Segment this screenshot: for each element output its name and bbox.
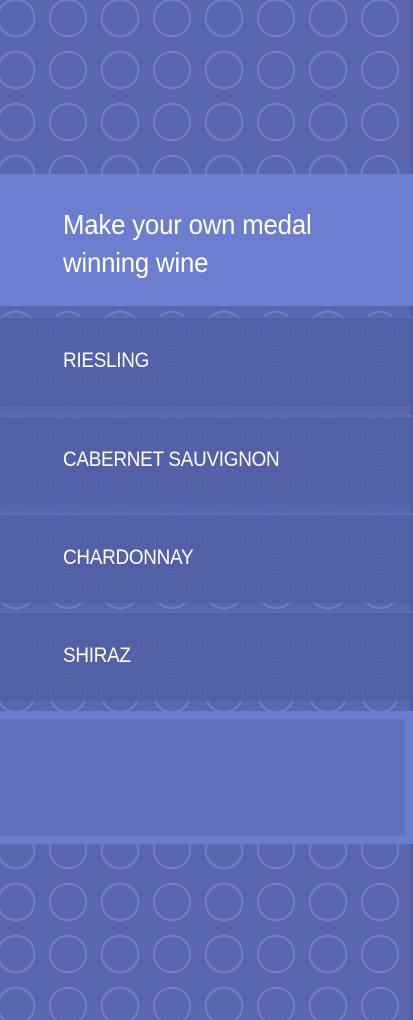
title-banner: Make your own medal winning wine [0,174,413,306]
empty-panel-inner [0,719,405,836]
page-title-line-1: Make your own medal [63,209,312,240]
wine-item-chardonnay[interactable]: CHARDONNAY [0,513,413,603]
divider [0,513,413,515]
divider [0,316,413,318]
empty-panel [0,711,413,844]
wine-label: SHIRAZ [63,644,131,667]
page-title: Make your own medal winning wine [63,206,367,282]
page-title-line-2: winning wine [63,247,209,278]
wine-label: RIESLING [63,349,150,372]
wine-item-shiraz[interactable]: SHIRAZ [0,611,413,701]
wine-label: CHARDONNAY [63,546,194,569]
wine-item-riesling[interactable]: RIESLING [0,316,413,406]
wine-label: CABERNET SAUVIGNON [63,448,280,471]
circle-pattern-background [0,0,413,1020]
divider [0,611,413,613]
divider [0,415,413,417]
wine-item-cabernet-sauvignon[interactable]: CABERNET SAUVIGNON [0,415,413,505]
